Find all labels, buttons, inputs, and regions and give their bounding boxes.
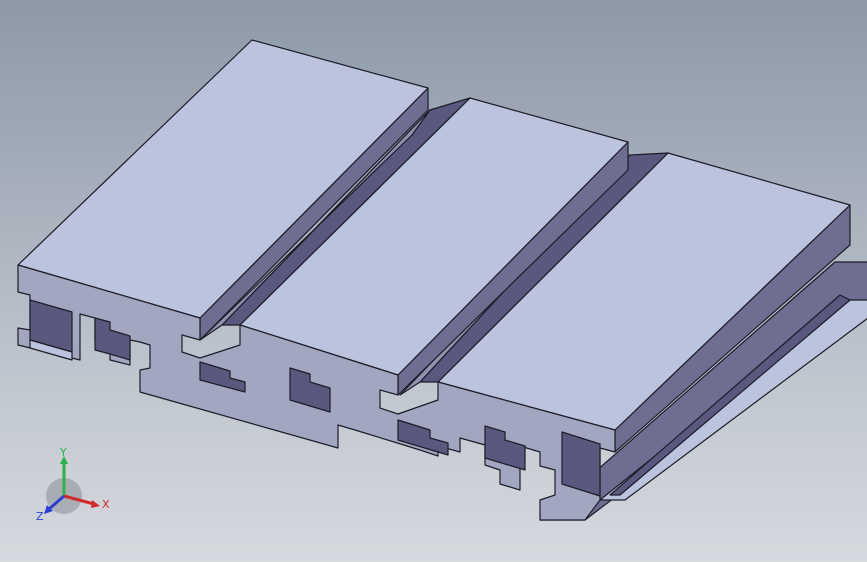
x-axis-label: X: [102, 498, 110, 511]
extrusion-model[interactable]: [0, 0, 867, 562]
graphics-viewport[interactable]: Y X Z: [0, 0, 867, 562]
x-arrow-icon: [91, 500, 100, 508]
y-axis-label: Y: [59, 448, 67, 459]
z-axis-label: Z: [36, 510, 44, 523]
reference-triad[interactable]: Y X Z: [36, 448, 112, 524]
pocket-right: [561, 431, 601, 497]
